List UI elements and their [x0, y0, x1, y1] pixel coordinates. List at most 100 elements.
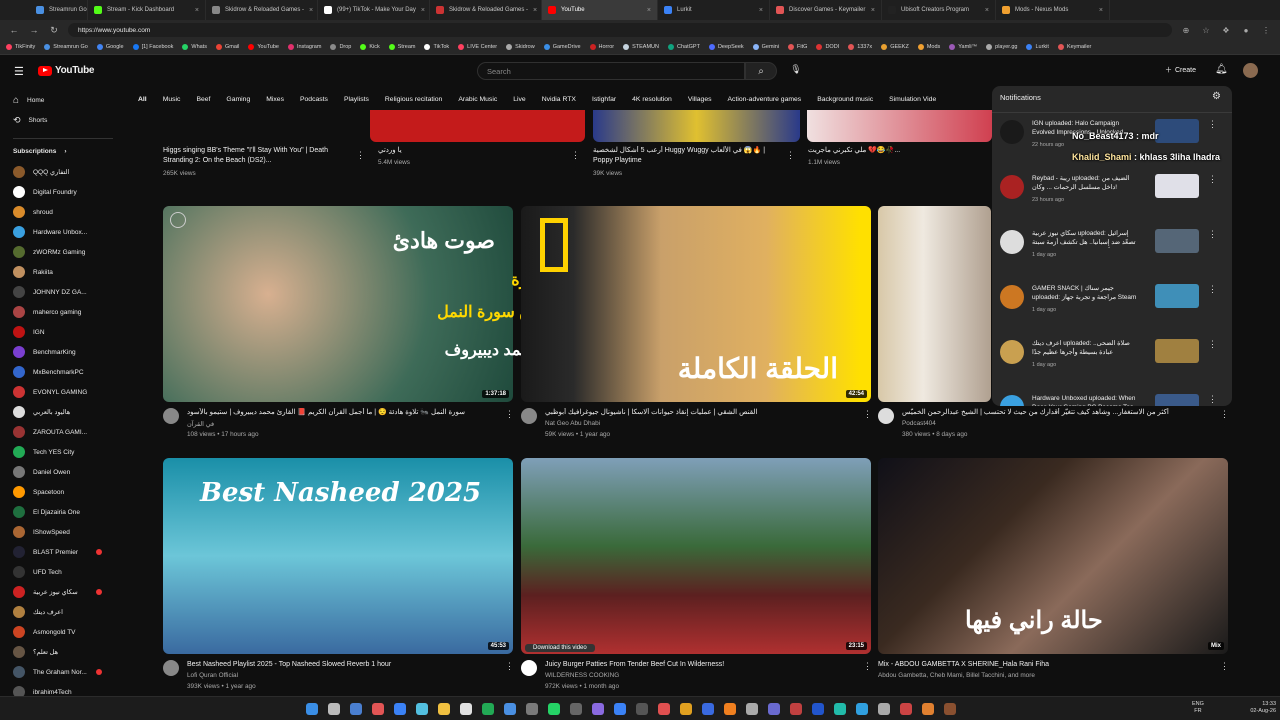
chip-2[interactable]: Beef — [188, 96, 218, 103]
video-title[interactable]: Juicy Burger Patties From Tender Beef Cu… — [545, 660, 855, 670]
youtube-logo[interactable]: YouTube — [38, 65, 95, 76]
reload-icon[interactable]: ↻ — [48, 25, 60, 36]
bookmark-item[interactable]: Yamli™ — [949, 44, 977, 50]
sidebar-subscription[interactable]: BenchmarKing — [13, 346, 76, 358]
close-tab-icon[interactable]: × — [195, 7, 199, 14]
more-options-icon[interactable]: ⋮ — [356, 150, 365, 161]
bookmark-item[interactable]: Drop — [330, 44, 351, 50]
bookmark-item[interactable]: Whats — [182, 44, 207, 50]
notification-item[interactable]: IGN uploaded: Halo Campaign Evolved Impr… — [992, 116, 1232, 176]
notification-item[interactable]: اعرف ديتك uploaded: صلاة الضحى.. عبادة ب… — [992, 336, 1232, 396]
bookmark-item[interactable]: GEEKZ — [881, 44, 909, 50]
profile-icon[interactable]: ● — [1240, 26, 1252, 35]
more-options-icon[interactable]: ⋮ — [786, 150, 795, 161]
channel-name[interactable]: Podcast404 — [902, 420, 936, 427]
forward-icon[interactable]: → — [28, 25, 40, 35]
taskbar-app-icon[interactable] — [526, 703, 538, 715]
video-title[interactable]: القنص الشقي | عمليات إنقاذ حيوانات ألاسك… — [545, 408, 855, 418]
video-title[interactable]: Best Nasheed Playlist 2025 - Top Nasheed… — [187, 660, 497, 670]
taskbar-app-icon[interactable] — [900, 703, 912, 715]
chip-0[interactable]: All — [130, 96, 155, 103]
close-tab-icon[interactable]: × — [309, 7, 313, 14]
browser-tab[interactable]: (99+) TikTok - Make Your Day × — [318, 0, 430, 20]
chip-8[interactable]: Arabic Music — [450, 96, 505, 103]
channel-name[interactable]: في القرآن — [187, 420, 214, 428]
sidebar-subscription[interactable]: UFD Tech — [13, 566, 62, 578]
chip-16[interactable]: Simulation Vide — [881, 96, 944, 103]
taskbar-app-icon[interactable] — [922, 703, 934, 715]
video-title[interactable]: سورة النمل 🐜 تلاوة هادئة 😌 | ما أجمل الق… — [187, 408, 497, 418]
notification-thumbnail[interactable] — [1155, 284, 1199, 308]
bookmark-item[interactable]: Stream — [388, 44, 415, 50]
channel-avatar[interactable] — [521, 408, 537, 424]
browser-tab[interactable]: Mods - Nexus Mods × — [996, 0, 1110, 20]
video-title[interactable]: أكثر من الاستغفار... وشاهد كيف تتغيّر أق… — [902, 408, 1212, 418]
notification-item[interactable]: سكاي نيوز عربية uploaded: إسرائيل تصعّد … — [992, 226, 1232, 286]
zoom-icon[interactable]: ⊕ — [1180, 26, 1192, 35]
more-options-icon[interactable]: ⋮ — [505, 409, 514, 420]
sidebar-subscription[interactable]: Digital Foundry — [13, 186, 77, 198]
bookmark-item[interactable]: LIVE Center — [458, 44, 497, 50]
sidebar-subscription[interactable]: IGN — [13, 326, 45, 338]
sidebar-item-home[interactable]: ⌂ Home — [13, 95, 44, 106]
bookmark-item[interactable]: YouTube — [248, 44, 279, 50]
bookmark-item[interactable]: DODI — [816, 44, 839, 50]
bookmark-item[interactable]: Keymailer — [1057, 44, 1091, 50]
channel-name[interactable]: Lofi Quran Official — [187, 672, 238, 679]
taskbar-app-icon[interactable] — [658, 703, 670, 715]
chip-4[interactable]: Mixes — [258, 96, 292, 103]
sidebar-subscription[interactable]: Hardware Unbox... — [13, 226, 87, 238]
extensions-icon[interactable]: ❖ — [1220, 26, 1232, 35]
close-tab-icon[interactable]: × — [421, 7, 425, 14]
sidebar-subscription[interactable]: سكاي نيوز عربية — [13, 586, 78, 598]
chip-14[interactable]: Action-adventure games — [720, 96, 810, 103]
taskbar-app-icon[interactable] — [372, 703, 384, 715]
taskbar-app-icon[interactable] — [702, 703, 714, 715]
search-input[interactable]: Search — [477, 62, 745, 80]
bell-icon[interactable]: 🔔︎ — [1215, 64, 1228, 75]
chip-1[interactable]: Music — [155, 96, 189, 103]
search-button[interactable]: ⌕ — [745, 62, 777, 80]
browser-menu-icon[interactable] — [0, 0, 30, 20]
bookmark-item[interactable]: FitG — [788, 44, 807, 50]
chip-5[interactable]: Podcasts — [292, 96, 336, 103]
chip-13[interactable]: Villages — [680, 96, 720, 103]
taskbar-app-icon[interactable] — [746, 703, 758, 715]
more-options-icon[interactable]: ⋮ — [1208, 339, 1217, 350]
close-tab-icon[interactable]: × — [759, 7, 763, 14]
bookmark-item[interactable]: player.gg — [986, 44, 1017, 50]
bookmark-item[interactable]: GameDrive — [543, 44, 581, 50]
video-thumbnail[interactable]: 23:15 — [521, 458, 871, 654]
bookmark-item[interactable]: Horror — [589, 44, 614, 50]
more-options-icon[interactable]: ⋮ — [1208, 174, 1217, 185]
channel-name[interactable]: Nat Geo Abu Dhabi — [545, 420, 600, 427]
sidebar-subscription[interactable]: هاليود بالعربي — [13, 406, 70, 418]
settings-gear-icon[interactable]: ⚙ — [1212, 91, 1221, 102]
more-options-icon[interactable]: ⋮ — [505, 661, 514, 672]
chip-12[interactable]: 4K resolution — [624, 96, 680, 103]
taskbar-app-icon[interactable] — [592, 703, 604, 715]
video-thumbnail[interactable] — [370, 110, 585, 142]
subscriptions-header[interactable]: Subscriptions › — [13, 148, 67, 155]
clock[interactable]: 13:33 02-Aug-26 — [1242, 701, 1276, 715]
taskbar-app-icon[interactable] — [570, 703, 582, 715]
bookmark-item[interactable]: [1] Facebook — [132, 44, 173, 50]
taskbar-app-icon[interactable] — [790, 703, 802, 715]
channel-avatar[interactable] — [163, 408, 179, 424]
sidebar-subscription[interactable]: Tech YES City — [13, 446, 74, 458]
bookmark-item[interactable]: Mods — [917, 44, 940, 50]
taskbar-app-icon[interactable] — [834, 703, 846, 715]
close-tab-icon[interactable]: × — [1099, 7, 1103, 14]
taskbar-app-icon[interactable] — [306, 703, 318, 715]
more-options-icon[interactable]: ⋮ — [1208, 394, 1217, 405]
chip-10[interactable]: Nvidia RTX — [534, 96, 584, 103]
more-options-icon[interactable]: ⋮ — [1220, 409, 1229, 420]
browser-tab[interactable]: Ubisoft Creators Program × — [882, 0, 996, 20]
video-title[interactable]: أرعب 5 أشكال لشخصية Huggy Wuggy في الألع… — [593, 146, 773, 166]
taskbar-app-icon[interactable] — [350, 703, 362, 715]
menu-dots-icon[interactable]: ⋮ — [1260, 26, 1272, 35]
video-thumbnail[interactable] — [878, 206, 991, 402]
sidebar-subscription[interactable]: maherco gaming — [13, 306, 81, 318]
sidebar-subscription[interactable]: Asmongold TV — [13, 626, 76, 638]
sidebar-subscription[interactable]: BLAST Premier — [13, 546, 78, 558]
